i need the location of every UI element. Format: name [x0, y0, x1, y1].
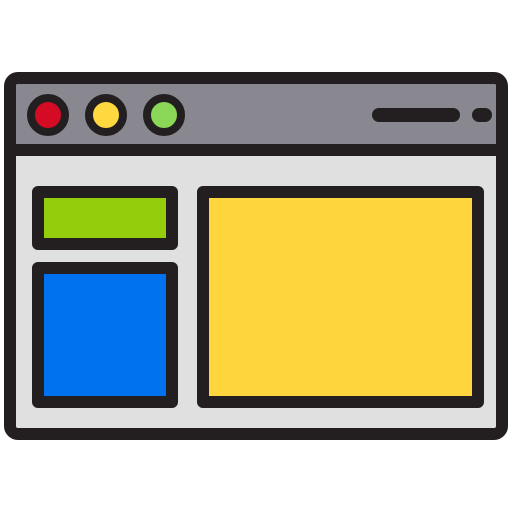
address-bar-line — [372, 108, 460, 122]
minimize-dot-icon — [85, 94, 127, 136]
browser-window-frame — [4, 72, 508, 440]
title-bar — [16, 84, 496, 156]
sidebar-content-block — [32, 262, 178, 408]
maximize-dot-icon — [143, 94, 185, 136]
main-content-block — [197, 186, 484, 408]
browser-window-icon — [0, 0, 512, 512]
sidebar-header-block — [32, 186, 178, 250]
close-dot-icon — [27, 94, 69, 136]
menu-line — [472, 108, 492, 122]
